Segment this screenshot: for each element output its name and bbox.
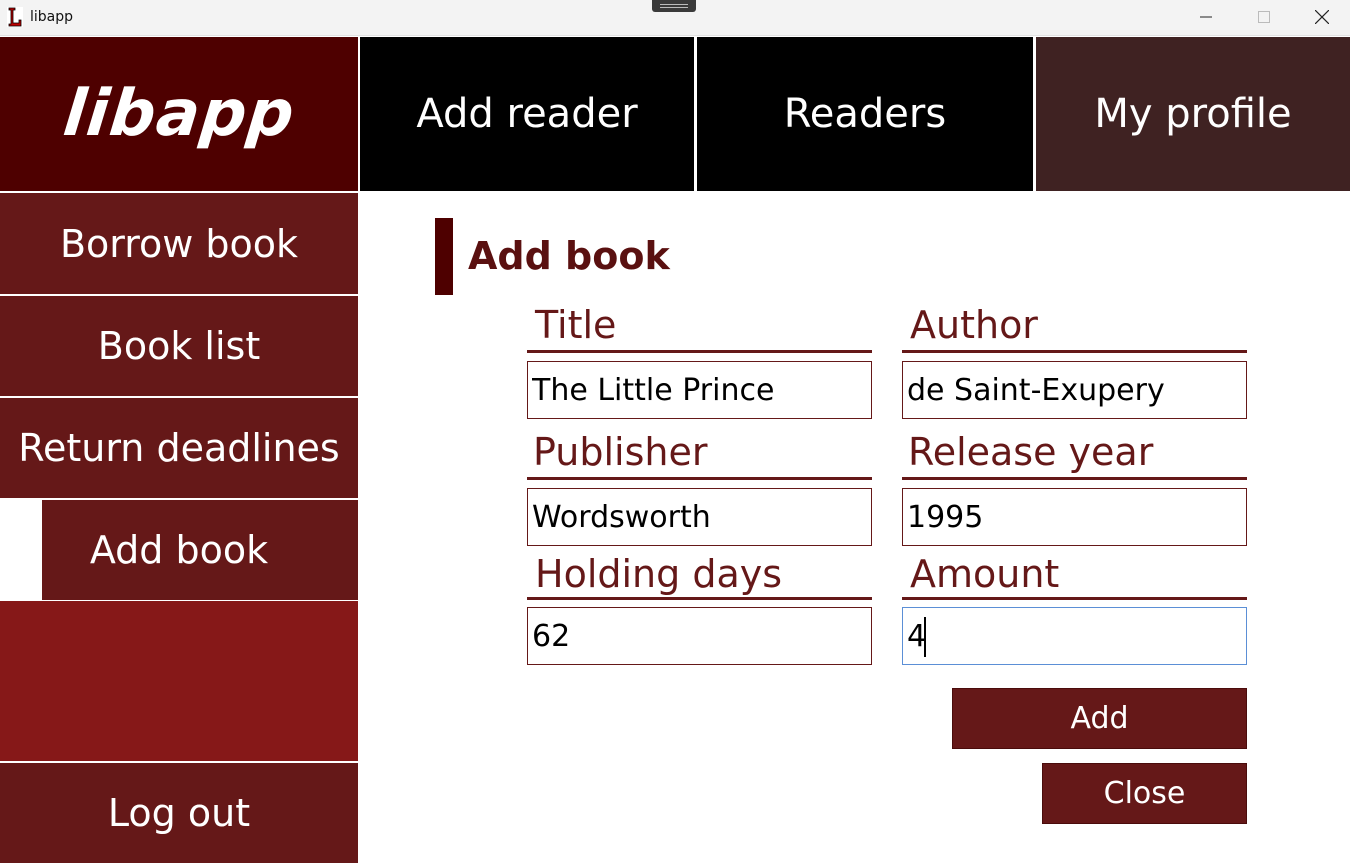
- close-window-button[interactable]: [1293, 0, 1350, 34]
- title-label: Title: [535, 303, 617, 347]
- holding-days-underline: [527, 597, 872, 600]
- nav-my-profile[interactable]: My profile: [1036, 37, 1350, 191]
- section-accent-bar: [435, 218, 453, 295]
- publisher-underline: [527, 477, 872, 480]
- app-logo: libapp: [0, 37, 358, 191]
- amount-label: Amount: [910, 552, 1060, 596]
- sidebar-item-add-book[interactable]: Add book: [0, 500, 358, 600]
- maximize-button[interactable]: [1235, 0, 1293, 34]
- window-title: libapp: [30, 9, 74, 25]
- author-input[interactable]: [902, 361, 1247, 419]
- close-icon: [1315, 10, 1329, 24]
- nav-readers[interactable]: Readers: [697, 37, 1033, 191]
- publisher-label: Publisher: [533, 430, 708, 474]
- active-item-indicator: [0, 500, 42, 600]
- maximize-icon: [1258, 11, 1270, 23]
- text-caret: [924, 617, 926, 657]
- sidebar-spacer: [0, 601, 358, 761]
- sidebar-item-borrow-book[interactable]: Borrow book: [0, 193, 358, 294]
- sidebar-item-book-list[interactable]: Book list: [0, 296, 358, 396]
- close-button[interactable]: Close: [1042, 763, 1247, 824]
- logout-button[interactable]: Log out: [0, 763, 358, 863]
- page-title: Add book: [468, 234, 670, 278]
- release-year-label: Release year: [908, 430, 1154, 474]
- release-year-underline: [902, 477, 1247, 480]
- add-button[interactable]: Add: [952, 688, 1247, 749]
- title-input[interactable]: [527, 361, 872, 419]
- minimize-button[interactable]: [1177, 0, 1235, 34]
- app-logo-icon: [7, 7, 23, 27]
- window-drag-handle[interactable]: [652, 0, 696, 12]
- logo-text: libapp: [59, 77, 299, 151]
- publisher-input[interactable]: [527, 488, 872, 546]
- holding-days-label: Holding days: [535, 552, 783, 596]
- title-underline: [527, 350, 872, 353]
- minimize-icon: [1200, 16, 1212, 18]
- release-year-input[interactable]: [902, 488, 1247, 546]
- author-label: Author: [910, 303, 1038, 347]
- sidebar-item-return-deadlines[interactable]: Return deadlines: [0, 398, 358, 498]
- nav-add-reader[interactable]: Add reader: [360, 37, 694, 191]
- window-titlebar: libapp: [0, 0, 1350, 36]
- amount-underline: [902, 597, 1247, 600]
- amount-input[interactable]: [902, 607, 1247, 665]
- holding-days-input[interactable]: [527, 607, 872, 665]
- author-underline: [902, 350, 1247, 353]
